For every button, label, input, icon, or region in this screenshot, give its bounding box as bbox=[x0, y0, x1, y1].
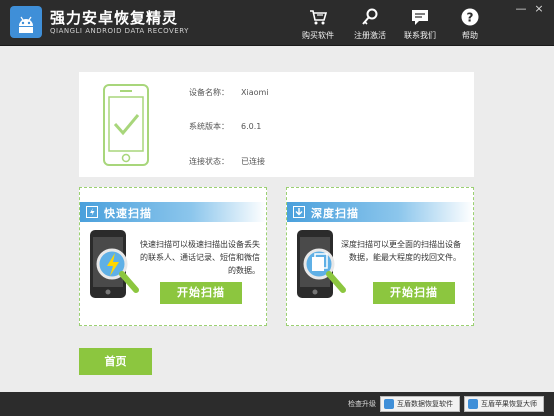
minimize-button[interactable]: — bbox=[514, 3, 528, 15]
deep-scan-header: 深度扫描 bbox=[287, 202, 473, 222]
connection-status-row: 连接状态： 已连接 bbox=[189, 156, 265, 167]
home-button[interactable]: 首页 bbox=[79, 348, 152, 375]
cart-icon bbox=[310, 10, 328, 25]
device-name-label: 设备名称： bbox=[189, 88, 229, 97]
quick-scan-card[interactable]: 快速扫描 快速扫描可以极速扫描出设备丢失的联系人、通话记录、短信和微信的数据。 … bbox=[79, 187, 267, 326]
deep-scan-card[interactable]: 深度扫描 深度扫描可以更全面的扫描出设备数据，能最大程度的找回文件。 开始扫描 bbox=[286, 187, 474, 326]
close-button[interactable]: × bbox=[532, 3, 546, 15]
data-recovery-logo-icon bbox=[384, 399, 394, 409]
connection-status-label: 连接状态： bbox=[189, 157, 229, 166]
app-title: 强力安卓恢复精灵 bbox=[50, 9, 179, 27]
phone-check-icon bbox=[103, 84, 149, 166]
device-info-panel: 设备名称： Xiaomi 系统版本： 6.0.1 连接状态： 已连接 bbox=[79, 72, 474, 177]
data-recovery-software-link[interactable]: 互盾数据恢复软件 bbox=[380, 396, 460, 412]
buy-software-label: 购买软件 bbox=[302, 31, 334, 40]
key-icon bbox=[362, 8, 378, 25]
deep-scan-header-icon bbox=[293, 206, 305, 218]
svg-text:?: ? bbox=[467, 11, 474, 25]
apple-recovery-label: 互盾苹果恢复大师 bbox=[481, 400, 537, 408]
buy-software-button[interactable]: 购买软件 bbox=[288, 7, 348, 41]
footer-bar: 检查升级 互盾数据恢复软件 互盾苹果恢复大师 bbox=[0, 392, 554, 416]
deep-scan-description: 深度扫描可以更全面的扫描出设备数据，能最大程度的找回文件。 bbox=[341, 240, 461, 262]
title-bar: 强力安卓恢复精灵 QIANGLI ANDROID DATA RECOVERY 购… bbox=[0, 0, 554, 46]
quick-scan-start-button[interactable]: 开始扫描 bbox=[160, 282, 242, 304]
apple-recovery-logo-icon bbox=[468, 399, 478, 409]
quick-scan-title: 快速扫描 bbox=[104, 207, 152, 220]
chat-icon bbox=[412, 10, 428, 25]
system-version-row: 系统版本： 6.0.1 bbox=[189, 121, 261, 132]
android-logo-icon bbox=[10, 6, 42, 38]
quick-scan-header-icon bbox=[86, 206, 98, 218]
data-recovery-software-label: 互盾数据恢复软件 bbox=[397, 400, 453, 408]
app-subtitle: QIANGLI ANDROID DATA RECOVERY bbox=[50, 27, 189, 35]
system-version-value: 6.0.1 bbox=[241, 122, 262, 131]
deep-scan-start-button[interactable]: 开始扫描 bbox=[373, 282, 455, 304]
check-update-link[interactable]: 检查升级 bbox=[348, 399, 376, 409]
help-label: 帮助 bbox=[462, 31, 478, 40]
help-icon: ? bbox=[461, 8, 479, 26]
deep-scan-title: 深度扫描 bbox=[311, 207, 359, 220]
connection-status-value: 已连接 bbox=[241, 157, 265, 166]
device-name-row: 设备名称： Xiaomi bbox=[189, 87, 269, 98]
help-button[interactable]: ? 帮助 bbox=[440, 7, 500, 41]
system-version-label: 系统版本： bbox=[189, 122, 229, 131]
device-name-value: Xiaomi bbox=[241, 88, 269, 97]
apple-recovery-link[interactable]: 互盾苹果恢复大师 bbox=[464, 396, 544, 412]
quick-scan-header: 快速扫描 bbox=[80, 202, 266, 222]
quick-scan-description: 快速扫描可以极速扫描出设备丢失的联系人、通话记录、短信和微信的数据。 bbox=[140, 240, 260, 275]
